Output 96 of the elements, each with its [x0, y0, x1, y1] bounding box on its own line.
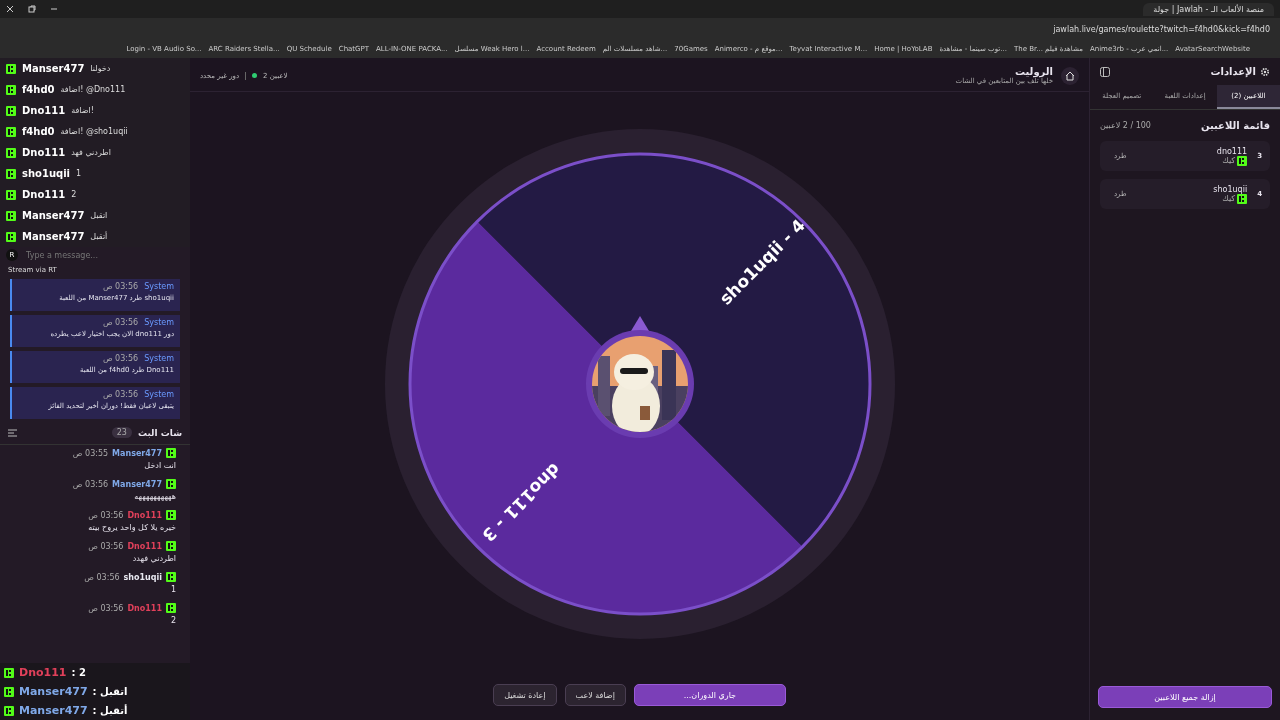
message-time: 03:56 ص: [102, 282, 139, 291]
platform-icon: [6, 126, 16, 137]
online-dot-icon: [252, 73, 258, 78]
chat-message: انت ادخل: [143, 461, 176, 470]
chat-username: Manser477: [112, 479, 162, 489]
chat-message: خيره يلا كل واحد يروح بيته: [87, 523, 176, 532]
message-time: 03:56 ص: [102, 318, 139, 327]
chat-username: Manser477: [22, 210, 85, 221]
chat-username: Dno111: [127, 510, 162, 520]
platform-icon: [4, 686, 14, 697]
chat-username: f4hd0: [22, 84, 55, 95]
chat-message: : 2: [71, 667, 86, 678]
message-time: 03:55 ص: [72, 448, 109, 458]
chat-username: Manser477: [19, 685, 88, 698]
sender-name: System: [144, 390, 174, 399]
message-input[interactable]: Type a message...: [24, 249, 184, 261]
chat-message: 2: [71, 190, 77, 199]
platform-icon: [1237, 155, 1248, 166]
chat-username: Dno111: [22, 105, 66, 116]
chat-username: Manser477: [112, 448, 162, 458]
message-time: 03:56 ص: [88, 510, 124, 520]
platform-icon: [166, 510, 176, 520]
message-time: 03:56 ص: [102, 390, 139, 399]
chat-message: اطردني فهد: [71, 148, 111, 157]
chat-message: : أتقبل: [92, 705, 128, 716]
platform-icon: [166, 572, 176, 582]
chat-username: sho1uqii: [22, 168, 71, 179]
chat-message: دخولنا: [90, 64, 111, 73]
home-button[interactable]: [1061, 66, 1079, 85]
platform-icon: [166, 479, 176, 489]
platform-icon: [6, 63, 16, 74]
count-badge: 23: [111, 427, 132, 438]
platform-icon: [6, 231, 16, 242]
action-button[interactable]: إعادة تشغيل: [493, 684, 557, 706]
chat-message: 2: [169, 616, 176, 625]
panel-title: الإعدادات: [1210, 66, 1256, 77]
platform-icon: [6, 147, 16, 158]
player-name: sho1uqii: [1213, 184, 1248, 194]
chat-message: اضافة! @sho1uqii: [60, 127, 128, 136]
chat-username: Dno111: [22, 189, 66, 200]
game-title: الروليت: [1013, 66, 1053, 77]
list-title: قائمة اللاعبين: [1200, 120, 1270, 131]
chat-username: Manser477: [22, 231, 85, 242]
sender-name: System: [144, 318, 174, 327]
chat-message: : اتقبل: [92, 686, 128, 697]
action-button[interactable]: إضافة لاعب: [564, 684, 626, 706]
platform-icon: [6, 210, 16, 221]
chat-username: Dno111: [127, 541, 162, 551]
player-name: dno111: [1216, 146, 1248, 156]
message-time: 03:56 ص: [84, 572, 120, 582]
sender-name: System: [144, 282, 174, 291]
message-time: 03:56 ص: [72, 479, 109, 489]
chat-message: اطردني فهدد: [131, 554, 176, 563]
chat-message: 1: [169, 585, 176, 594]
remove-all-button[interactable]: إزالة جميع اللاعبين: [1098, 686, 1272, 708]
spin-button[interactable]: جاري الدوران...: [633, 684, 786, 706]
chat-username: f4hd0: [22, 126, 55, 137]
sender-name: System: [144, 354, 174, 363]
platform-icon: [1237, 193, 1248, 204]
message-time: 03:56 ص: [102, 354, 139, 363]
address-bar[interactable]: jawlah.live/games/roulette?twitch=f4hd0&kick=f4hd0: [1053, 24, 1270, 34]
platform-icon: [6, 105, 16, 116]
chat-username: Dno111: [127, 603, 162, 613]
platform-icon: [4, 705, 14, 716]
chat-username: Manser477: [22, 63, 85, 74]
menu-icon[interactable]: [8, 428, 17, 437]
chat-title: شات البث: [137, 427, 182, 438]
message-time: 03:56 ص: [88, 541, 124, 551]
chat-message: 1: [76, 169, 82, 178]
platform-icon: [166, 541, 176, 551]
collapse-panel-icon[interactable]: [1100, 66, 1110, 77]
platform-icon: [166, 448, 176, 458]
chat-message: اضافة!: [71, 106, 94, 115]
chat-username: Dno111: [22, 147, 66, 158]
players-count: 100 / 2 لاعبين: [1100, 121, 1151, 130]
chat-message: ههههههههههه: [133, 492, 176, 501]
platform-icon: [6, 168, 16, 179]
chat-username: sho1uqii: [123, 572, 162, 582]
close-icon[interactable]: [6, 5, 14, 13]
platform-label: كيك: [1222, 194, 1236, 203]
minimize-icon[interactable]: [50, 5, 58, 13]
message-time: 03:56 ص: [88, 603, 124, 613]
chat-message: اتقبل: [90, 211, 108, 220]
browser-tab[interactable]: جولة | Jawlah - منصة الألعاب الـ: [1143, 2, 1274, 16]
settings-icon: [1260, 66, 1270, 77]
home-icon: [1065, 70, 1075, 81]
chat-username: Dno111: [19, 666, 67, 679]
platform-icon: [6, 84, 16, 95]
platform-label: كيك: [1222, 156, 1236, 165]
platform-icon: [4, 667, 14, 678]
restore-icon[interactable]: [28, 5, 36, 13]
platform-icon: [6, 189, 16, 200]
platform-icon: [166, 603, 176, 613]
chat-message: أتقبل: [90, 232, 108, 241]
chat-message: اضافة! @Dno111: [60, 85, 126, 94]
chat-username: Manser477: [19, 704, 88, 717]
